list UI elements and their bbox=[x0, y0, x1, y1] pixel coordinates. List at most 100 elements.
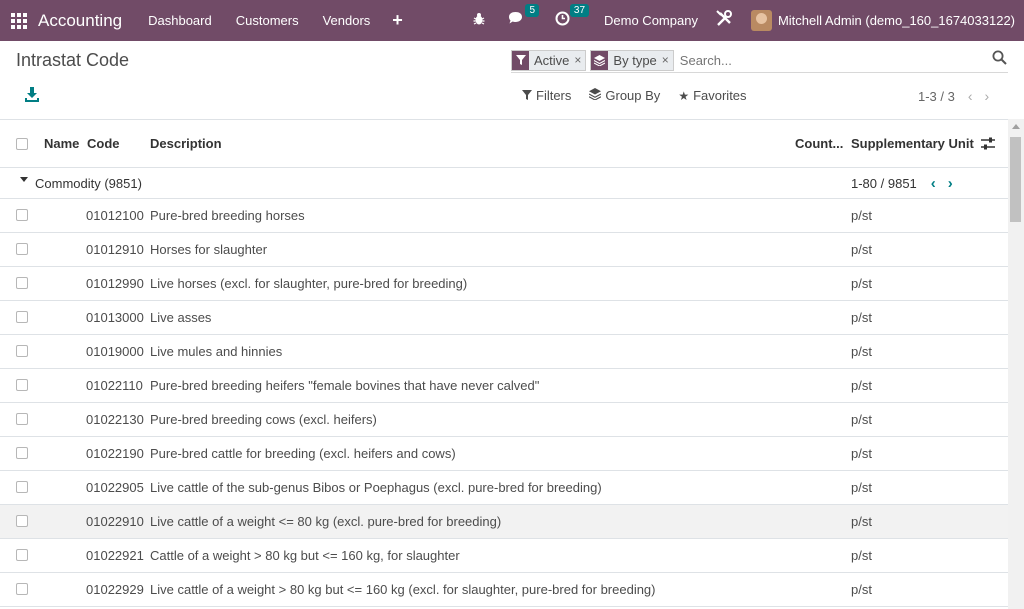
menu-item-vendors[interactable]: Vendors bbox=[311, 0, 383, 41]
favorites-button[interactable]: ★ Favorites bbox=[678, 88, 746, 103]
debug-bug-icon[interactable] bbox=[472, 12, 486, 30]
cell-description: Live asses bbox=[150, 310, 212, 325]
cell-description: Live mules and hinnies bbox=[150, 344, 283, 359]
search-input[interactable] bbox=[679, 52, 880, 68]
menu-item-dashboard[interactable]: Dashboard bbox=[136, 0, 224, 41]
vertical-scrollbar[interactable] bbox=[1008, 119, 1024, 609]
table-row[interactable]: 01019000 Live mules and hinnies p/st bbox=[0, 335, 1008, 369]
user-avatar[interactable] bbox=[750, 10, 772, 31]
facet-remove-icon[interactable]: × bbox=[574, 50, 586, 70]
cell-code: 01022130 bbox=[86, 412, 144, 427]
group-pager: 1-80 / 9851 ‹ › bbox=[851, 175, 953, 192]
table-header: Name Code Description Count... Supplemen… bbox=[0, 120, 1008, 168]
table-row[interactable]: 01022190 Pure-bred cattle for breeding (e… bbox=[0, 437, 1008, 471]
select-all-checkbox[interactable] bbox=[16, 137, 28, 150]
facet-label: By type bbox=[608, 50, 662, 70]
row-checkbox[interactable] bbox=[16, 583, 28, 595]
table-row[interactable]: 01022929 Live cattle of a weight > 80 kg … bbox=[0, 573, 1008, 607]
row-checkbox[interactable] bbox=[16, 243, 28, 255]
column-header-code[interactable]: Code bbox=[87, 136, 120, 151]
scrollbar-thumb[interactable] bbox=[1010, 137, 1021, 222]
app-name[interactable]: Accounting bbox=[38, 11, 122, 31]
messages-chat-icon[interactable]: 5 bbox=[508, 4, 540, 30]
table-row[interactable]: 01022910 Live cattle of a weight <= 80 kg… bbox=[0, 505, 1008, 539]
group-label: Commodity (9851) bbox=[35, 176, 142, 191]
group-pager-value[interactable]: 1-80 / 9851 bbox=[851, 176, 917, 191]
group-by-button[interactable]: Group By bbox=[589, 88, 660, 103]
cell-supplementary-unit: p/st bbox=[851, 412, 872, 427]
row-checkbox[interactable] bbox=[16, 345, 28, 357]
facet-group-by[interactable]: By type × bbox=[590, 49, 674, 71]
column-header-description[interactable]: Description bbox=[150, 136, 222, 151]
apps-menu-icon[interactable] bbox=[11, 12, 27, 29]
menu-item-customers[interactable]: Customers bbox=[224, 0, 311, 41]
pager-value[interactable]: 1-3 / 3 bbox=[918, 89, 955, 104]
user-menu[interactable]: Mitchell Admin (demo_160_1674033122) bbox=[778, 13, 1015, 28]
column-header-name[interactable]: Name bbox=[44, 136, 79, 151]
table-row[interactable]: 01012100 Pure-bred breeding horses p/st bbox=[0, 199, 1008, 233]
cell-supplementary-unit: p/st bbox=[851, 378, 872, 393]
row-checkbox[interactable] bbox=[16, 447, 28, 459]
download-export-icon[interactable] bbox=[25, 87, 39, 103]
column-header-country[interactable]: Count... bbox=[795, 136, 843, 151]
column-header-supplementary-unit[interactable]: Supplementary Unit bbox=[851, 136, 974, 151]
cell-supplementary-unit: p/st bbox=[851, 582, 872, 597]
filters-button[interactable]: Filters bbox=[522, 88, 571, 103]
chevron-left-icon[interactable]: ‹ bbox=[968, 88, 973, 104]
activities-clock-icon[interactable]: 37 bbox=[555, 4, 590, 30]
group-by-label: Group By bbox=[605, 88, 661, 103]
table-row[interactable]: 01013000 Live asses p/st bbox=[0, 301, 1008, 335]
row-checkbox[interactable] bbox=[16, 379, 28, 391]
chevron-right-icon[interactable]: › bbox=[985, 88, 990, 104]
cell-description: Pure-bred breeding cows (excl. heifers) bbox=[150, 412, 377, 427]
cell-code: 01022905 bbox=[86, 480, 144, 495]
cell-description: Live cattle of a weight > 80 kg but <= 1… bbox=[150, 582, 656, 597]
row-checkbox[interactable] bbox=[16, 481, 28, 493]
cell-supplementary-unit: p/st bbox=[851, 276, 872, 291]
cell-code: 01022929 bbox=[86, 582, 144, 597]
optional-columns-toggle-icon[interactable] bbox=[981, 137, 995, 153]
facet-active-filter[interactable]: Active × bbox=[511, 49, 587, 71]
row-checkbox[interactable] bbox=[16, 209, 28, 221]
table-row[interactable]: 01012990 Live horses (excl. for slaughter… bbox=[0, 267, 1008, 301]
cell-description: Horses for slaughter bbox=[150, 242, 268, 257]
cell-description: Live cattle of a weight <= 80 kg (excl. … bbox=[150, 514, 502, 529]
table-row[interactable]: 01022921 Cattle of a weight > 80 kg but <… bbox=[0, 539, 1008, 573]
cell-supplementary-unit: p/st bbox=[851, 208, 872, 223]
row-checkbox[interactable] bbox=[16, 549, 28, 561]
star-icon: ★ bbox=[678, 88, 690, 103]
cell-code: 01022110 bbox=[86, 378, 143, 393]
row-checkbox[interactable] bbox=[16, 413, 28, 425]
table-row[interactable]: 01022110 Pure-bred breeding heifers "fema… bbox=[0, 369, 1008, 403]
cell-code: 01012100 bbox=[86, 208, 144, 223]
quick-create-plus-icon[interactable]: + bbox=[382, 0, 413, 41]
list-view: Name Code Description Count... Supplemen… bbox=[0, 119, 1008, 607]
cell-supplementary-unit: p/st bbox=[851, 514, 872, 529]
scroll-up-arrow-icon[interactable] bbox=[1012, 124, 1020, 129]
row-checkbox[interactable] bbox=[16, 277, 28, 289]
table-row[interactable]: 01022130 Pure-bred breeding cows (excl. h… bbox=[0, 403, 1008, 437]
main-menu: Dashboard Customers Vendors bbox=[136, 0, 382, 41]
cell-description: Live cattle of the sub-genus Bibos or Po… bbox=[150, 480, 602, 495]
row-checkbox[interactable] bbox=[16, 515, 28, 527]
cell-code: 01012990 bbox=[86, 276, 144, 291]
group-row-commodity[interactable]: Commodity (9851) 1-80 / 9851 ‹ › bbox=[0, 168, 1008, 199]
table-row[interactable]: 01012910 Horses for slaughter p/st bbox=[0, 233, 1008, 267]
settings-tools-icon[interactable] bbox=[716, 10, 733, 31]
table-row[interactable]: 01022905 Live cattle of the sub-genus Bib… bbox=[0, 471, 1008, 505]
favorites-label: Favorites bbox=[693, 88, 747, 103]
company-switcher[interactable]: Demo Company bbox=[604, 13, 698, 28]
row-checkbox[interactable] bbox=[16, 311, 28, 323]
chevron-left-icon[interactable]: ‹ bbox=[931, 175, 936, 192]
cell-code: 01022921 bbox=[86, 548, 144, 563]
cell-description: Pure-bred breeding horses bbox=[150, 208, 305, 223]
chevron-right-icon[interactable]: › bbox=[948, 175, 953, 192]
caret-down-icon bbox=[20, 177, 28, 182]
cell-code: 01022190 bbox=[86, 446, 144, 461]
facet-remove-icon[interactable]: × bbox=[661, 50, 673, 70]
search-icon[interactable] bbox=[992, 50, 1008, 66]
cell-code: 01013000 bbox=[86, 310, 144, 325]
filters-label: Filters bbox=[536, 88, 572, 103]
filter-icon bbox=[522, 89, 532, 103]
page-title: Intrastat Code bbox=[16, 50, 130, 70]
